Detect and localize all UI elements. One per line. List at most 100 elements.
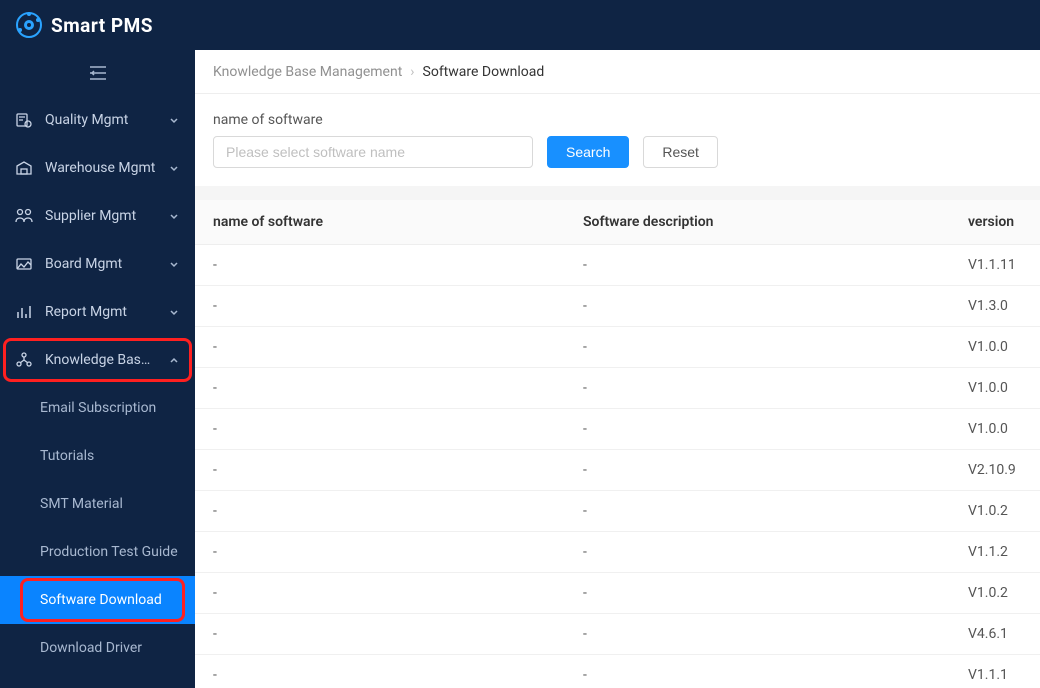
sidebar-subitem-label: Tutorials <box>40 448 94 464</box>
sidebar-item-warehouse[interactable]: Warehouse Mgmt <box>0 144 195 192</box>
cell-name: - <box>195 450 565 491</box>
chevron-down-icon <box>168 210 180 222</box>
table-container[interactable]: name of software Software description ve… <box>195 200 1040 688</box>
report-icon <box>15 303 33 321</box>
chevron-down-icon <box>168 162 180 174</box>
cell-version: V1.1.1 <box>950 655 1040 688</box>
cell-description: - <box>565 327 950 368</box>
breadcrumb: Knowledge Base Management › Software Dow… <box>195 50 1040 94</box>
sidebar-item-label: Knowledge Base … <box>45 352 156 368</box>
cell-name: - <box>195 327 565 368</box>
cell-name: - <box>195 573 565 614</box>
cell-version: V1.1.11 <box>950 245 1040 286</box>
sidebar-item-knowledge[interactable]: Knowledge Base … <box>0 336 195 384</box>
col-header-version: version <box>950 200 1040 245</box>
board-icon <box>15 255 33 273</box>
sidebar-item-label: Supplier Mgmt <box>45 208 156 224</box>
cell-name: - <box>195 286 565 327</box>
sidebar-item-label: Report Mgmt <box>45 304 156 320</box>
sidebar-item-label: Quality Mgmt <box>45 112 156 128</box>
sidebar-subitem-label: Download Driver <box>40 640 142 656</box>
sidebar-subitem[interactable]: Production Test Guide <box>0 528 195 576</box>
search-button[interactable]: Search <box>547 136 629 168</box>
breadcrumb-current: Software Download <box>423 64 545 80</box>
cell-version: V1.3.0 <box>950 286 1040 327</box>
cell-description: - <box>565 614 950 655</box>
table-row[interactable]: --V1.0.0 <box>195 368 1040 409</box>
supplier-icon <box>15 207 33 225</box>
col-header-description: Software description <box>565 200 950 245</box>
reset-button[interactable]: Reset <box>643 136 718 168</box>
table-row[interactable]: --V1.3.0 <box>195 286 1040 327</box>
main-content: Knowledge Base Management › Software Dow… <box>195 50 1040 688</box>
chevron-down-icon <box>168 114 180 126</box>
sidebar-item-board[interactable]: Board Mgmt <box>0 240 195 288</box>
table-row[interactable]: --V4.6.1 <box>195 614 1040 655</box>
sidebar-item-quality[interactable]: Quality Mgmt <box>0 96 195 144</box>
table-row[interactable]: --V1.0.0 <box>195 409 1040 450</box>
chevron-down-icon <box>168 306 180 318</box>
cell-version: V4.6.1 <box>950 614 1040 655</box>
cell-version: V1.0.2 <box>950 491 1040 532</box>
brand-name: Smart PMS <box>51 14 153 37</box>
cell-version: V2.10.9 <box>950 450 1040 491</box>
sidebar-subitem-label: SMT Material <box>40 496 123 512</box>
sidebar-item-label: Warehouse Mgmt <box>45 160 156 176</box>
topbar: Smart PMS <box>0 0 1040 50</box>
sidebar-subitem[interactable]: Download Driver <box>0 624 195 672</box>
cell-name: - <box>195 491 565 532</box>
chevron-down-icon <box>168 258 180 270</box>
chevron-up-icon <box>168 354 180 366</box>
breadcrumb-parent[interactable]: Knowledge Base Management <box>213 64 402 80</box>
cell-description: - <box>565 409 950 450</box>
cell-name: - <box>195 532 565 573</box>
cell-name: - <box>195 614 565 655</box>
software-table: name of software Software description ve… <box>195 200 1040 688</box>
quality-icon <box>15 111 33 129</box>
cell-description: - <box>565 491 950 532</box>
knowledge-icon <box>15 351 33 369</box>
sidebar-item-report[interactable]: Report Mgmt <box>0 288 195 336</box>
filter-panel: name of software Search Reset <box>195 94 1040 200</box>
sidebar-subitem[interactable]: Tutorials <box>0 432 195 480</box>
brand-logo: Smart PMS <box>15 11 153 39</box>
cell-name: - <box>195 655 565 688</box>
sidebar-item-label: Board Mgmt <box>45 256 156 272</box>
sidebar-item-supplier[interactable]: Supplier Mgmt <box>0 192 195 240</box>
cell-description: - <box>565 286 950 327</box>
cell-version: V1.0.2 <box>950 573 1040 614</box>
cell-description: - <box>565 655 950 688</box>
cell-version: V1.1.2 <box>950 532 1040 573</box>
table-row[interactable]: --V2.10.9 <box>195 450 1040 491</box>
cell-description: - <box>565 450 950 491</box>
cell-name: - <box>195 409 565 450</box>
sidebar: Quality Mgmt Warehouse Mgmt Supplier Mgmt B… <box>0 50 195 688</box>
collapse-icon <box>90 66 106 80</box>
sidebar-subitem-label: Email Subscription <box>40 400 156 416</box>
table-row[interactable]: --V1.1.2 <box>195 532 1040 573</box>
sidebar-subitem[interactable]: SMT Material <box>0 480 195 528</box>
sidebar-subitem[interactable]: Email Subscription <box>0 384 195 432</box>
software-name-input[interactable] <box>213 136 533 168</box>
cell-version: V1.0.0 <box>950 368 1040 409</box>
table-row[interactable]: --V1.1.11 <box>195 245 1040 286</box>
table-row[interactable]: --V1.0.2 <box>195 491 1040 532</box>
sidebar-subitem-label: Production Test Guide <box>40 544 178 560</box>
filter-label-software-name: name of software <box>213 112 1022 128</box>
sidebar-collapse-toggle[interactable] <box>0 50 195 96</box>
breadcrumb-separator: › <box>410 64 414 80</box>
table-row[interactable]: --V1.0.2 <box>195 573 1040 614</box>
table-row[interactable]: --V1.0.0 <box>195 327 1040 368</box>
col-header-name: name of software <box>195 200 565 245</box>
brand-logo-icon <box>15 11 43 39</box>
sidebar-subitem[interactable]: Software Download <box>0 576 195 624</box>
cell-version: V1.0.0 <box>950 409 1040 450</box>
warehouse-icon <box>15 159 33 177</box>
cell-description: - <box>565 368 950 409</box>
table-row[interactable]: --V1.1.1 <box>195 655 1040 688</box>
cell-name: - <box>195 368 565 409</box>
cell-description: - <box>565 245 950 286</box>
sidebar-subitem-label: Software Download <box>40 592 162 608</box>
cell-description: - <box>565 532 950 573</box>
cell-version: V1.0.0 <box>950 327 1040 368</box>
